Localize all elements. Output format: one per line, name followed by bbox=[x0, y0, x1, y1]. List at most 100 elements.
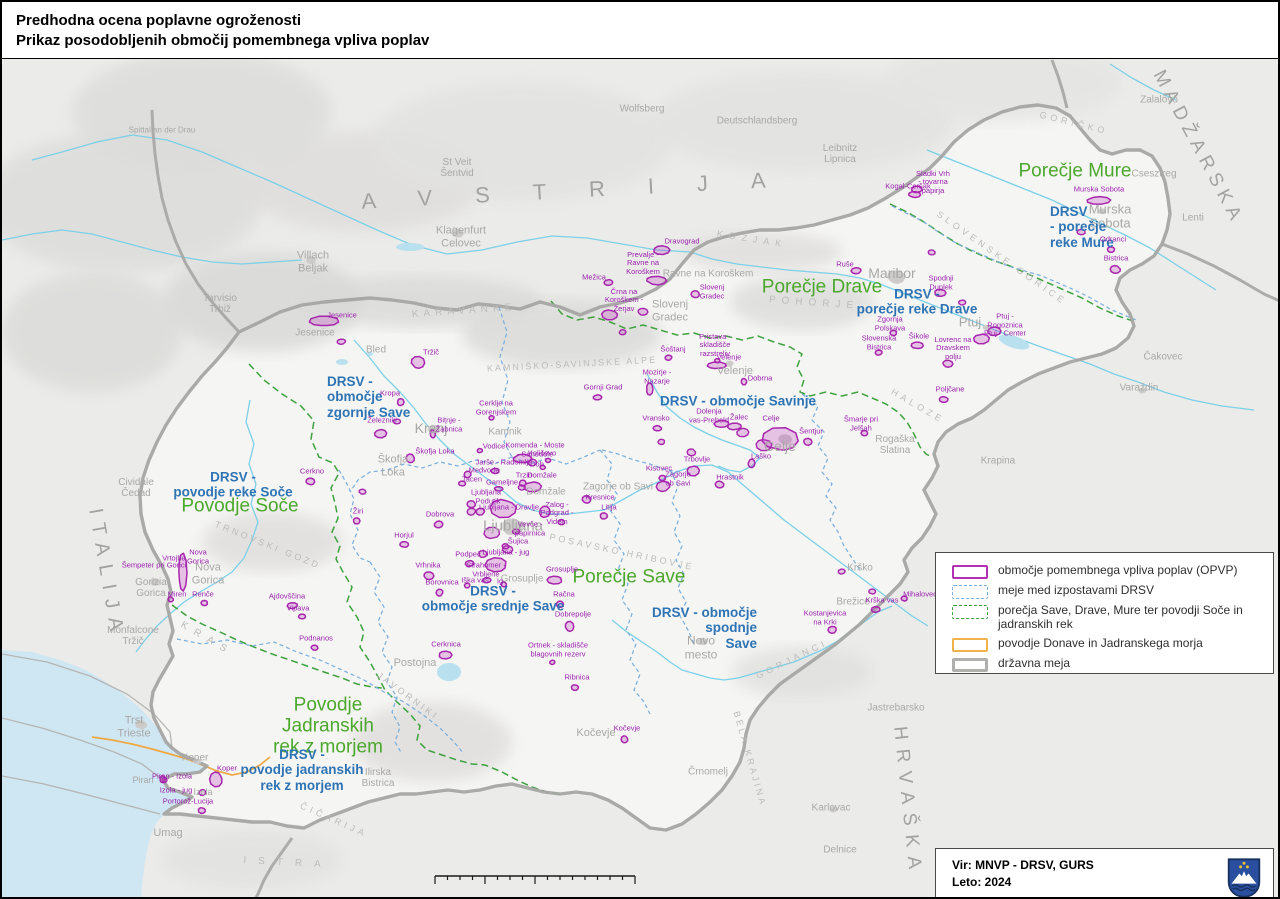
opvp-area bbox=[467, 501, 475, 508]
source-line-2: Leto: 2024 bbox=[952, 874, 1094, 891]
opvp-area bbox=[337, 339, 345, 344]
terrain-shading bbox=[682, 232, 842, 272]
legend-item: porečja Save, Drave, Mure ter povodji So… bbox=[952, 604, 1273, 632]
slovenia-coat-of-arms-icon bbox=[1227, 857, 1261, 899]
opvp-area bbox=[943, 360, 953, 367]
opvp-area bbox=[459, 481, 466, 486]
opvp-area bbox=[804, 438, 812, 445]
opvp-area bbox=[619, 330, 626, 335]
opvp-area bbox=[653, 426, 661, 431]
opvp-area bbox=[375, 430, 387, 438]
opvp-area bbox=[484, 527, 500, 538]
opvp-area bbox=[199, 790, 206, 796]
opvp-area bbox=[741, 379, 746, 385]
opvp-area bbox=[485, 558, 506, 572]
opvp-area bbox=[309, 316, 338, 325]
opvp-area bbox=[656, 481, 669, 491]
opvp-area bbox=[306, 478, 315, 485]
opvp-area bbox=[737, 428, 749, 436]
opvp-area bbox=[513, 529, 520, 534]
opvp-area bbox=[871, 607, 880, 613]
opvp-area bbox=[201, 600, 207, 605]
opvp-area bbox=[540, 465, 545, 469]
terrain-shading bbox=[352, 702, 512, 782]
terrain-shading bbox=[462, 300, 662, 368]
legend-item-label: povodje Donave in Jadranskega morja bbox=[998, 637, 1203, 651]
opvp-area bbox=[959, 300, 966, 305]
lake bbox=[336, 359, 348, 365]
opvp-area bbox=[311, 645, 318, 650]
opvp-area bbox=[665, 355, 672, 360]
map-title-line-1: Predhodna ocena poplavne ogroženosti bbox=[16, 11, 1264, 31]
opvp-area bbox=[483, 578, 491, 583]
opvp-area bbox=[354, 518, 360, 524]
opvp-area bbox=[861, 431, 868, 436]
legend-item: državna meja bbox=[952, 657, 1273, 672]
terrain-shading bbox=[162, 830, 342, 890]
opvp-area bbox=[513, 454, 531, 462]
opvp-area bbox=[524, 482, 541, 492]
opvp-area bbox=[604, 280, 613, 286]
terrain-shading bbox=[202, 512, 342, 572]
map-title-line-2: Prikaz posodobljenih območij pomembnega … bbox=[16, 31, 1264, 51]
opvp-area bbox=[434, 521, 443, 528]
opvp-area bbox=[495, 487, 503, 491]
opvp-area bbox=[593, 395, 602, 400]
opvp-area bbox=[557, 601, 564, 607]
opvp-area bbox=[464, 471, 471, 478]
map-page: AVSTRIJAMADŽARSKAITALIJAHRVAŠKAKARAVANKE… bbox=[0, 0, 1280, 899]
opvp-area bbox=[939, 397, 948, 403]
opvp-area bbox=[501, 582, 506, 587]
opvp-area bbox=[489, 416, 494, 420]
legend-item-label: območje pomembnega vpliva poplav (OPVP) bbox=[998, 564, 1237, 578]
terrain-shading bbox=[730, 274, 874, 330]
legend-swatch-icon bbox=[952, 605, 988, 619]
opvp-area bbox=[1077, 229, 1085, 234]
source-line-1: Vir: MNVP - DRSV, GURS bbox=[952, 857, 1094, 874]
terrain-shading bbox=[372, 82, 672, 202]
opvp-area bbox=[565, 621, 573, 631]
opvp-area bbox=[467, 508, 475, 515]
lake bbox=[437, 663, 461, 681]
opvp-area bbox=[400, 542, 409, 548]
terrain-shading bbox=[72, 52, 332, 172]
opvp-area bbox=[545, 459, 550, 463]
opvp-area bbox=[430, 430, 435, 438]
legend-swatch-icon bbox=[952, 585, 988, 599]
opvp-area bbox=[988, 327, 1001, 336]
opvp-area bbox=[160, 776, 165, 783]
opvp-area bbox=[851, 268, 861, 274]
opvp-area bbox=[440, 651, 453, 659]
legend-item-label: porečja Save, Drave, Mure ter povodji So… bbox=[998, 604, 1263, 632]
opvp-area bbox=[1087, 197, 1111, 205]
opvp-area bbox=[558, 520, 565, 525]
opvp-area bbox=[582, 496, 590, 503]
legend-item-label: meje med izpostavami DRSV bbox=[998, 584, 1154, 598]
lake bbox=[367, 352, 373, 356]
opvp-area bbox=[658, 439, 664, 444]
opvp-area bbox=[287, 603, 297, 609]
opvp-area bbox=[714, 420, 729, 427]
opvp-area bbox=[890, 330, 896, 335]
lake bbox=[396, 243, 424, 251]
opvp-area bbox=[394, 419, 401, 424]
opvp-area bbox=[210, 772, 222, 787]
opvp-area bbox=[571, 685, 578, 691]
opvp-area bbox=[436, 589, 443, 596]
opvp-area bbox=[659, 475, 665, 480]
opvp-area bbox=[911, 342, 923, 348]
legend-item: povodje Donave in Jadranskega morja bbox=[952, 637, 1273, 652]
opvp-area bbox=[476, 508, 484, 515]
opvp-area bbox=[602, 310, 618, 320]
opvp-area bbox=[928, 250, 935, 255]
legend: območje pomembnega vpliva poplav (OPVP) m… bbox=[935, 552, 1274, 674]
opvp-area bbox=[654, 246, 670, 255]
legend-swatch-icon bbox=[952, 658, 988, 672]
opvp-area bbox=[479, 551, 487, 558]
opvp-area bbox=[838, 569, 845, 574]
opvp-area bbox=[359, 489, 366, 494]
opvp-area bbox=[490, 500, 516, 518]
opvp-area bbox=[748, 459, 755, 468]
opvp-area bbox=[691, 291, 699, 298]
opvp-area bbox=[621, 736, 628, 743]
